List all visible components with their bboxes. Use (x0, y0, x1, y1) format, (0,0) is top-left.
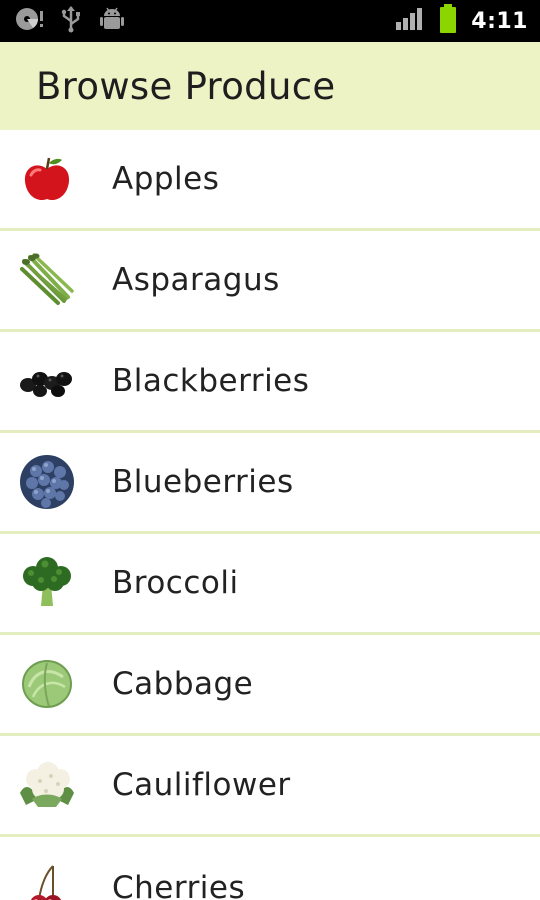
blueberries-icon (17, 452, 77, 512)
list-item-label: Cherries (112, 869, 246, 900)
battery-icon (439, 4, 457, 38)
asparagus-icon (17, 250, 77, 310)
cd-icon (14, 5, 44, 37)
title-bar: Browse Produce (0, 42, 540, 130)
list-item-blackberries[interactable]: Blackberries (0, 332, 540, 433)
android-debug-icon (98, 5, 126, 37)
cauliflower-icon (17, 755, 77, 815)
cherries-icon (17, 858, 77, 900)
list-item-cherries[interactable]: Cherries (0, 837, 540, 900)
list-item-apples[interactable]: Apples (0, 130, 540, 231)
apple-icon (17, 149, 77, 209)
list-item-broccoli[interactable]: Broccoli (0, 534, 540, 635)
list-item-cabbage[interactable]: Cabbage (0, 635, 540, 736)
blackberries-icon (17, 351, 77, 411)
signal-icon (395, 7, 425, 35)
list-item-blueberries[interactable]: Blueberries (0, 433, 540, 534)
status-left-icons (14, 6, 126, 36)
list-item-label: Broccoli (112, 565, 239, 601)
status-right-icons: 4:11 (395, 4, 528, 38)
usb-icon (60, 5, 82, 37)
list-item-label: Asparagus (112, 262, 280, 298)
broccoli-icon (17, 553, 77, 613)
clock: 4:11 (471, 8, 528, 34)
produce-list[interactable]: Apples Asparagus Blackberries Blueberrie… (0, 130, 540, 900)
list-item-asparagus[interactable]: Asparagus (0, 231, 540, 332)
list-item-label: Cabbage (112, 666, 254, 702)
list-item-label: Blackberries (112, 363, 310, 399)
page-title: Browse Produce (36, 64, 336, 108)
list-item-label: Apples (112, 161, 220, 197)
list-item-label: Cauliflower (112, 767, 291, 803)
list-item-cauliflower[interactable]: Cauliflower (0, 736, 540, 837)
cabbage-icon (17, 654, 77, 714)
status-bar: 4:11 (0, 0, 540, 42)
list-item-label: Blueberries (112, 464, 294, 500)
